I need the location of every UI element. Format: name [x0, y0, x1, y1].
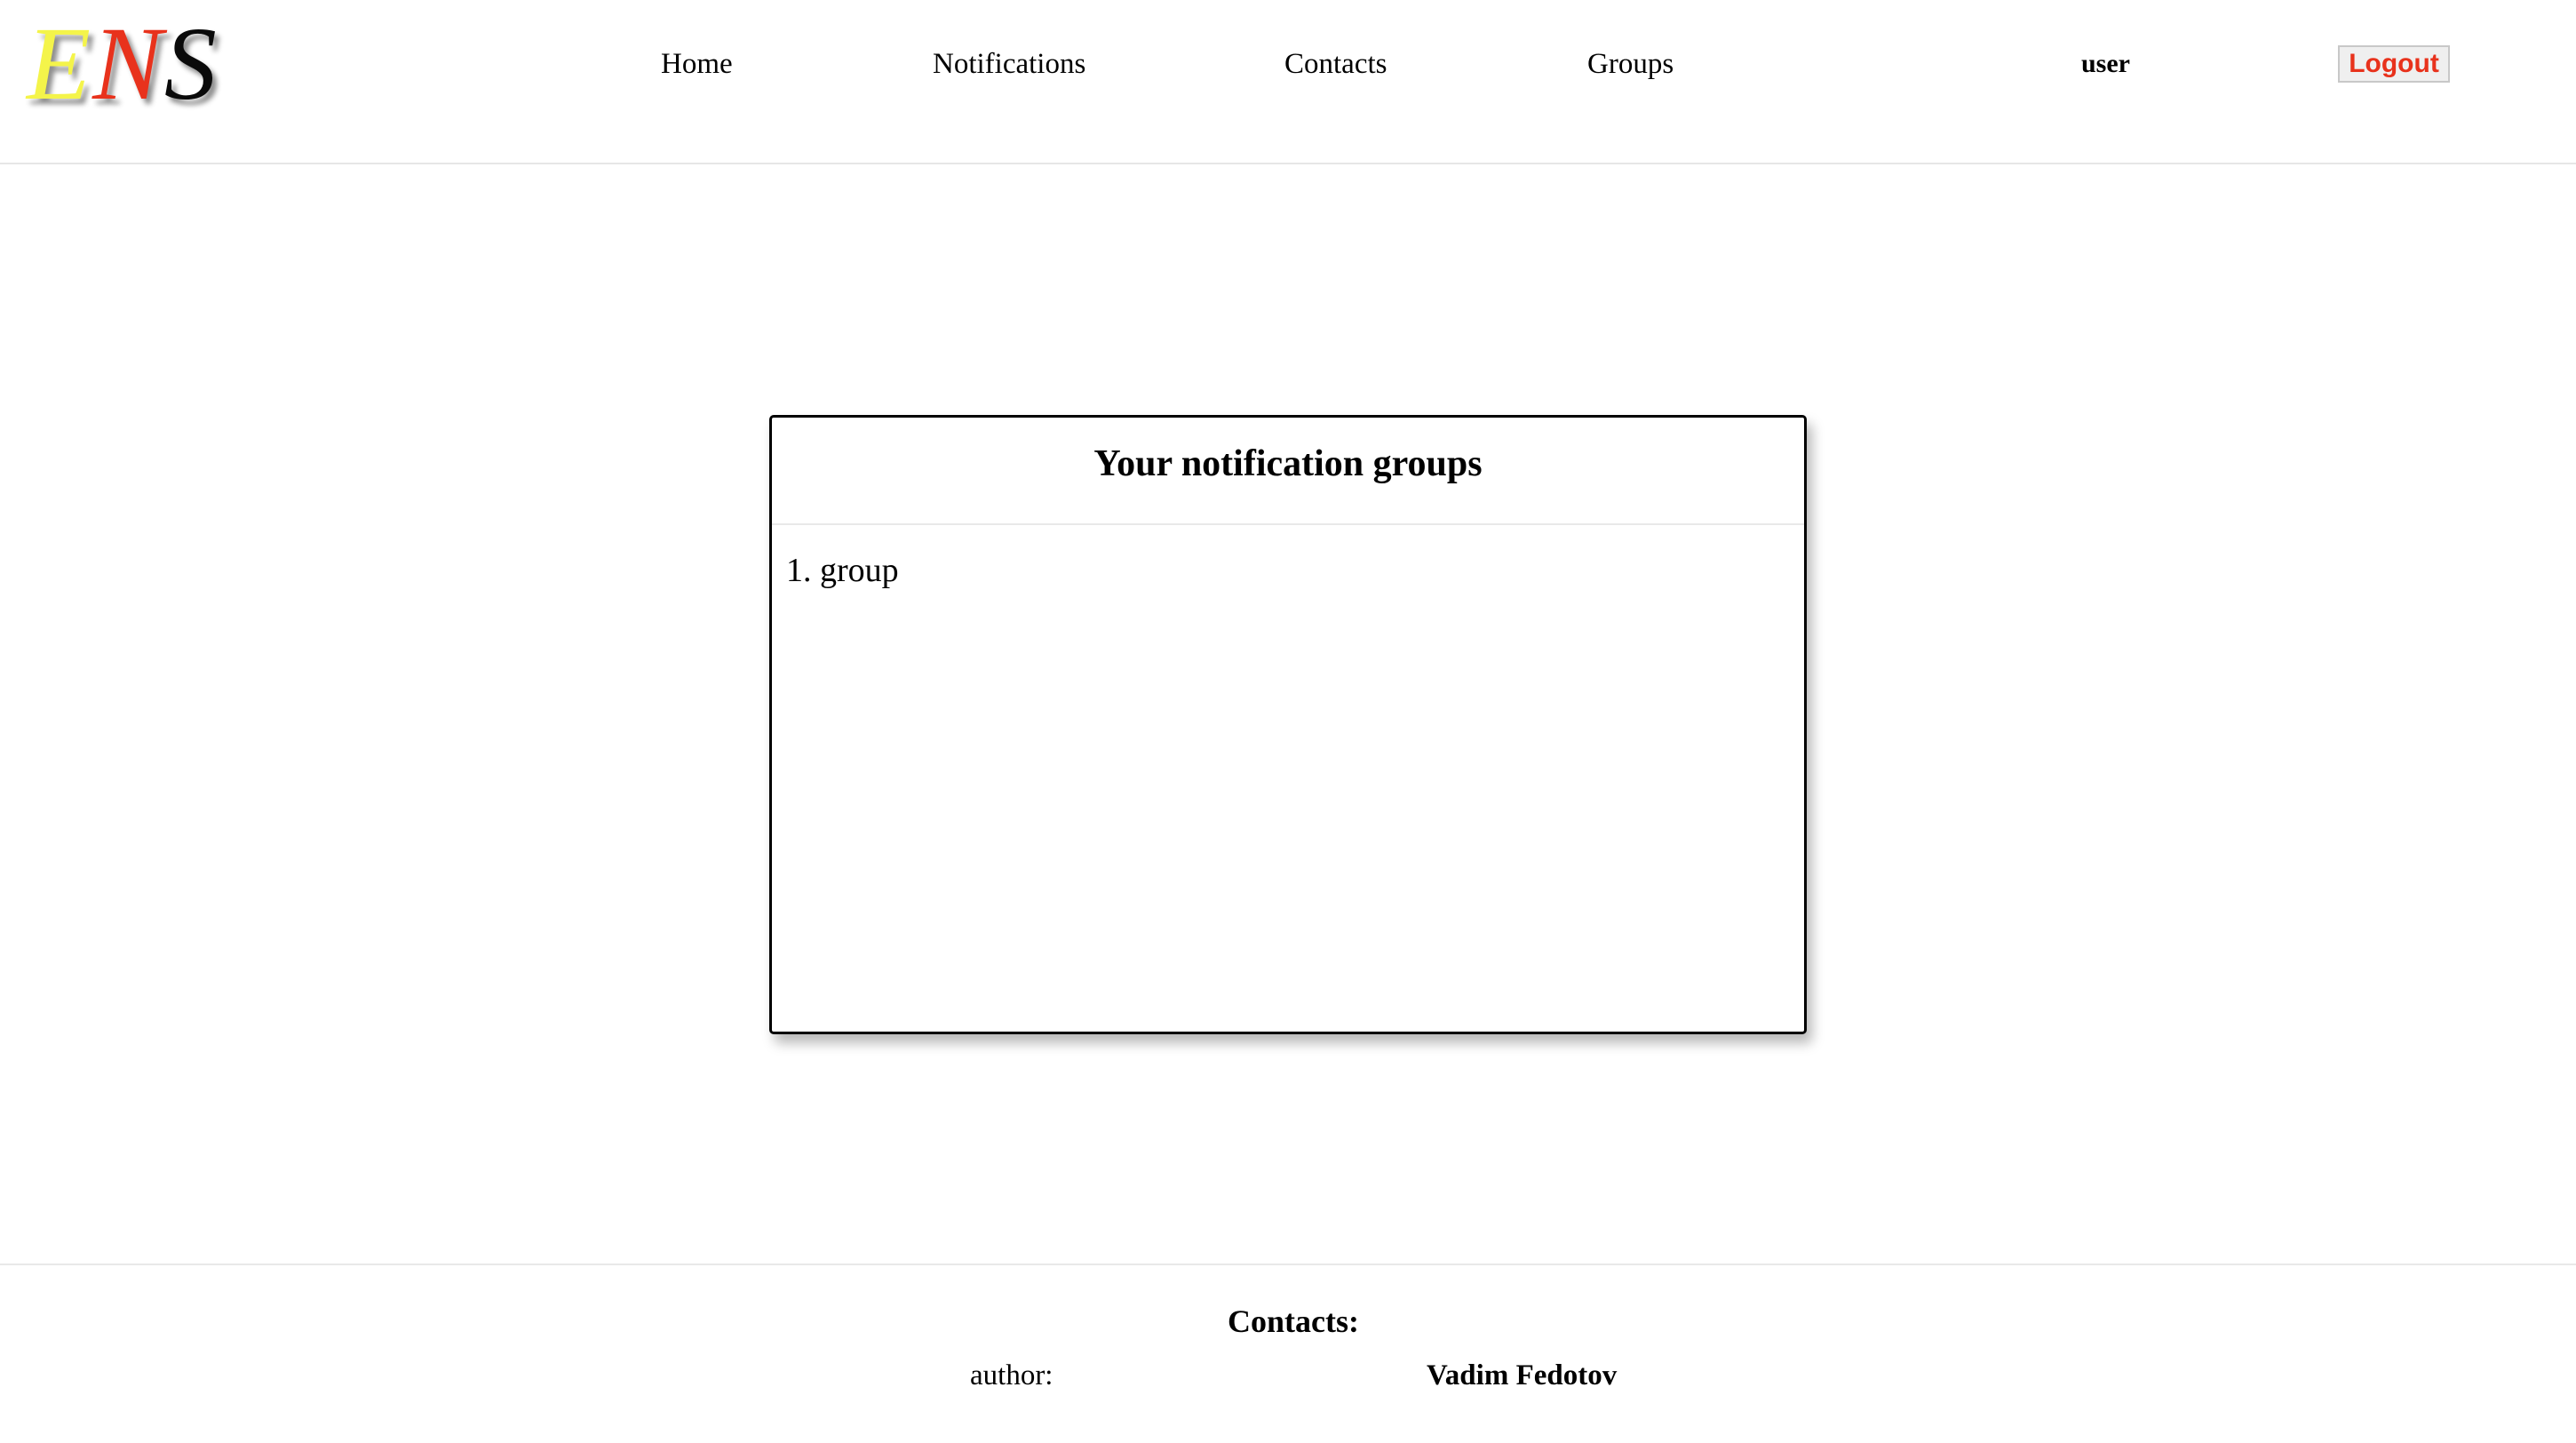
- group-item-number: 1.: [786, 552, 812, 589]
- username-label: user: [2081, 49, 2130, 78]
- logo-letter-n: N: [92, 5, 164, 122]
- group-list-item[interactable]: 1. group: [786, 549, 899, 592]
- nav-home-link[interactable]: Home: [661, 44, 733, 84]
- header: ENS Home Notifications Contacts Groups u…: [0, 0, 2576, 164]
- footer: Contacts: author: Vadim Fedotov: [0, 1264, 2576, 1443]
- groups-list: 1. group: [786, 549, 899, 592]
- groups-card-title: Your notification groups: [772, 418, 1804, 525]
- logo-letter-e: E: [27, 5, 93, 122]
- footer-contacts-title: Contacts:: [1228, 1303, 1359, 1339]
- logout-button[interactable]: Logout: [2338, 45, 2450, 83]
- ens-logo[interactable]: ENS: [27, 11, 219, 117]
- footer-author-label: author:: [970, 1359, 1053, 1391]
- nav-notifications-link[interactable]: Notifications: [933, 44, 1085, 84]
- logo-letter-s: S: [163, 5, 219, 122]
- group-item-name[interactable]: group: [820, 552, 899, 589]
- footer-author-name: Vadim Fedotov: [1427, 1359, 1618, 1391]
- nav-contacts-link[interactable]: Contacts: [1284, 44, 1387, 84]
- groups-card: Your notification groups 1. group: [769, 415, 1807, 1034]
- nav-groups-link[interactable]: Groups: [1587, 44, 1674, 84]
